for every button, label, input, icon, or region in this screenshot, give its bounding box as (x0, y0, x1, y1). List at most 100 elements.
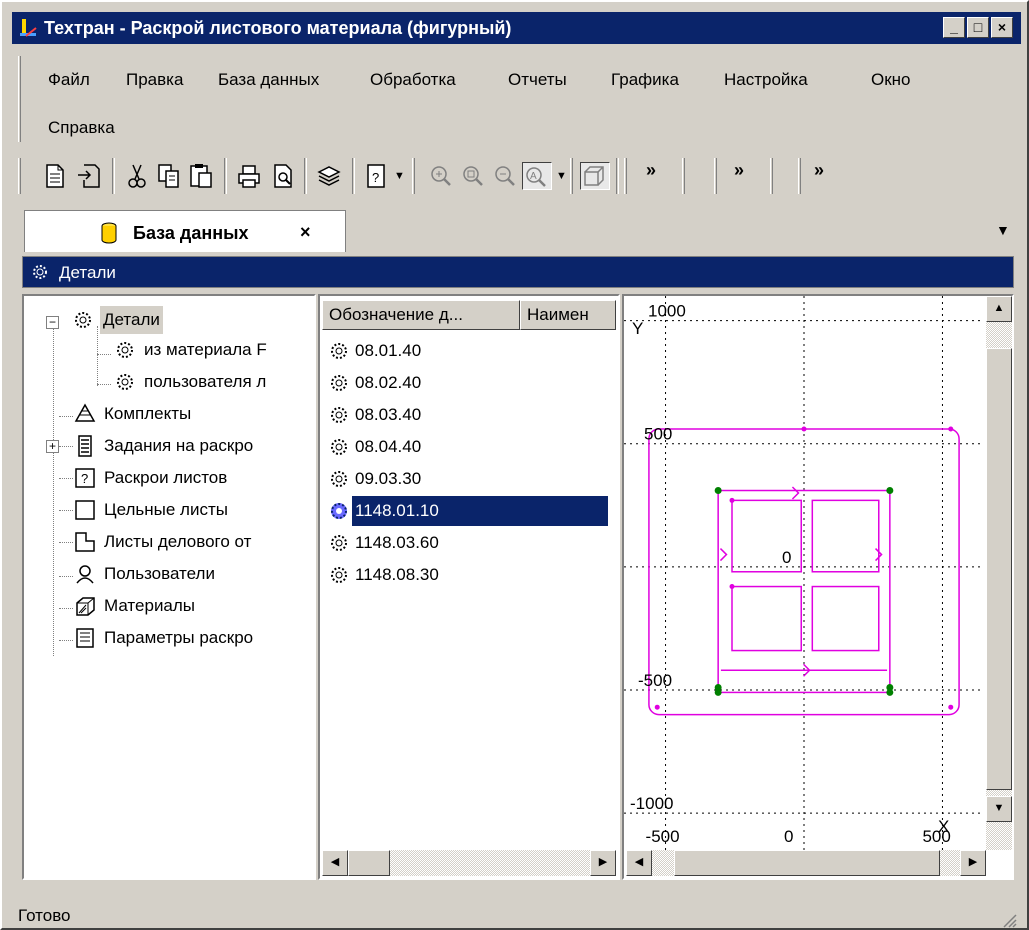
column-header-name[interactable]: Наимен (520, 300, 616, 330)
list-item-selected[interactable]: 1148.01.10 (326, 495, 610, 527)
y-axis-label: Y (632, 319, 643, 338)
minimize-button[interactable]: _ (943, 17, 965, 38)
gear-icon (331, 535, 347, 551)
scroll-up-button[interactable]: ▲ (986, 296, 1012, 322)
graphics-view[interactable]: 1000 500 0 -500 -1000 -500 0 500 X Y ▲ ▼ ◀ ▶ (622, 294, 1014, 880)
tree-item-label: Пользователи (104, 564, 215, 583)
y-tick-label: 0 (782, 548, 791, 567)
title-bar[interactable]: Техтран - Раскрой листового материала (ф… (12, 12, 1021, 44)
new-document-icon[interactable] (42, 162, 68, 190)
svg-text:?: ? (372, 170, 379, 185)
graphics-horizontal-scrollbar[interactable]: ◀ ▶ (626, 850, 986, 876)
panel-title: Детали (59, 263, 116, 282)
scroll-thumb[interactable] (986, 348, 1012, 790)
contour-node (886, 487, 894, 495)
zoom-dropdown-chevron-icon[interactable]: ▼ (556, 170, 567, 182)
tab-close-icon[interactable]: × (300, 222, 311, 243)
remnant-icon (75, 532, 95, 552)
zoom-window-icon[interactable] (460, 162, 486, 190)
scroll-right-button[interactable]: ▶ (590, 850, 616, 876)
collapse-icon[interactable]: − (46, 316, 59, 329)
import-icon[interactable] (76, 162, 102, 190)
toolbar-separator (616, 158, 619, 194)
toolbar-grip[interactable] (18, 158, 21, 194)
menu-help[interactable]: Справка (44, 116, 119, 140)
status-bar: Готово (14, 900, 1019, 930)
database-icon (101, 222, 117, 244)
material-icon (76, 597, 95, 616)
help-icon[interactable]: ? (364, 162, 390, 190)
gear-icon (331, 407, 347, 423)
toolbar-grip[interactable] (798, 158, 801, 194)
kit-icon (74, 403, 96, 422)
expand-icon[interactable]: + (46, 440, 59, 453)
part-preview-plot[interactable]: 10005000-500-1000-500 0 500XY (624, 296, 984, 850)
toolbar-overflow-chevron[interactable]: » (646, 160, 656, 181)
menu-processing[interactable]: Обработка (366, 68, 460, 92)
direction-arrow (791, 486, 800, 500)
cut-icon[interactable] (124, 162, 150, 190)
gear-icon (331, 567, 347, 583)
3d-view-icon[interactable] (580, 162, 610, 190)
status-text: Готово (18, 906, 71, 925)
tree-item-label: Параметры раскро (104, 628, 254, 647)
toolbar-grip[interactable] (624, 158, 627, 194)
tree-item-label: Цельные листы (104, 500, 228, 519)
toolbar-grip[interactable] (770, 158, 773, 194)
toolbar-overflow-chevron[interactable]: » (734, 160, 744, 181)
zoom-in-icon[interactable] (428, 162, 454, 190)
scroll-thumb[interactable] (348, 850, 390, 876)
resize-grip-icon[interactable] (1001, 912, 1017, 928)
zoom-all-icon[interactable]: A (522, 162, 552, 190)
menu-database[interactable]: База данных (214, 68, 323, 92)
gear-icon (331, 343, 347, 359)
close-button[interactable]: × (991, 17, 1013, 38)
toolbar-grip[interactable] (570, 158, 573, 194)
gear-icon (331, 439, 347, 455)
menu-grip[interactable] (18, 56, 21, 142)
scroll-thumb[interactable] (674, 850, 940, 876)
part-window (731, 585, 802, 652)
panel-header: Детали (22, 256, 1014, 288)
gear-icon (117, 342, 133, 358)
print-preview-icon[interactable] (270, 162, 296, 190)
tab-list-dropdown-icon[interactable]: ▼ (996, 222, 1010, 238)
paste-icon[interactable] (188, 162, 214, 190)
tree-item-label: Задания на раскро (104, 436, 254, 455)
column-header-designation[interactable]: Обозначение д... (322, 300, 520, 330)
menu-window[interactable]: Окно (867, 68, 915, 92)
maximize-button[interactable]: □ (967, 17, 989, 38)
scroll-right-button[interactable]: ▶ (960, 850, 986, 876)
contour-node (886, 683, 894, 691)
menu-settings[interactable]: Настройка (720, 68, 812, 92)
toolbar-overflow-chevron[interactable]: » (814, 160, 824, 181)
zoom-out-icon[interactable] (492, 162, 518, 190)
copy-icon[interactable] (156, 162, 182, 190)
contour-node (714, 683, 722, 691)
contour-point (729, 584, 735, 590)
tree-item-label: пользователя л (144, 372, 267, 391)
layers-icon[interactable] (316, 162, 342, 190)
gear-icon (331, 503, 347, 519)
graphics-vertical-scrollbar[interactable]: ▲ ▼ (986, 296, 1012, 850)
scroll-left-button[interactable]: ◀ (322, 850, 348, 876)
svg-text:?: ? (81, 471, 88, 486)
menu-reports[interactable]: Отчеты (504, 68, 571, 92)
toolbar-grip[interactable] (714, 158, 717, 194)
toolbar-grip[interactable] (412, 158, 415, 194)
tree-item-label: Листы делового от (104, 532, 252, 551)
scroll-left-button[interactable]: ◀ (626, 850, 652, 876)
toolbar-separator (112, 158, 115, 194)
menu-file[interactable]: Файл (44, 68, 94, 92)
menu-graphics[interactable]: Графика (607, 68, 683, 92)
y-tick-label: -1000 (630, 794, 673, 813)
x-tick-label: 0 (784, 827, 793, 846)
print-icon[interactable] (236, 162, 262, 190)
menu-edit[interactable]: Правка (122, 68, 187, 92)
help-dropdown-chevron-icon[interactable]: ▼ (394, 170, 405, 182)
list-horizontal-scrollbar[interactable]: ◀ ▶ (322, 850, 616, 876)
tab-database[interactable]: База данных × (24, 210, 346, 252)
scroll-down-button[interactable]: ▼ (986, 796, 1012, 822)
toolbar-separator (304, 158, 307, 194)
toolbar-grip[interactable] (682, 158, 685, 194)
